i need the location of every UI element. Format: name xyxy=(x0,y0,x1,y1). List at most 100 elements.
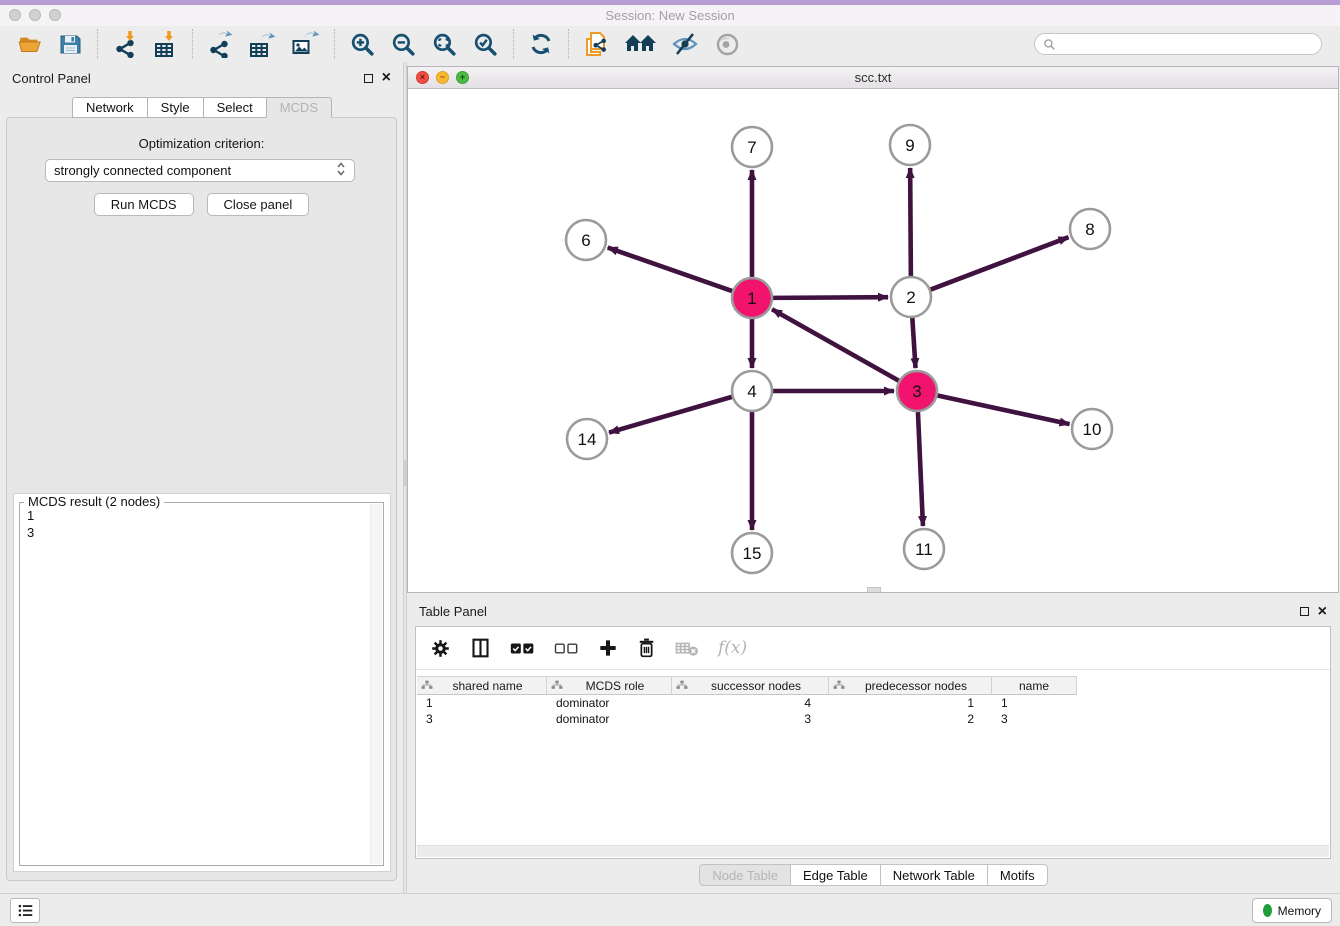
tab-node-table[interactable]: Node Table xyxy=(699,864,791,886)
float-panel-icon[interactable] xyxy=(364,74,373,83)
graph-node-4[interactable]: 4 xyxy=(732,371,772,411)
save-session-icon[interactable] xyxy=(57,29,83,59)
edge-3-10[interactable] xyxy=(938,395,1070,424)
toolbar-icon-groups xyxy=(10,29,747,59)
tab-edge-table[interactable]: Edge Table xyxy=(790,864,881,886)
graph-node-8[interactable]: 8 xyxy=(1070,209,1110,249)
svg-text:7: 7 xyxy=(747,138,756,157)
edge-3-1[interactable] xyxy=(772,309,899,380)
edge-2-8[interactable] xyxy=(931,237,1069,289)
table-float-icon[interactable] xyxy=(1300,607,1309,616)
close-window-button[interactable] xyxy=(9,9,21,21)
memory-status-icon xyxy=(1263,904,1272,917)
split-view-icon[interactable] xyxy=(470,637,491,659)
result-scrollbar[interactable] xyxy=(370,504,382,864)
task-history-button[interactable] xyxy=(10,898,40,923)
table-close-icon[interactable]: × xyxy=(1318,607,1327,617)
table-cell: 1 xyxy=(417,695,547,711)
graph-node-14[interactable]: 14 xyxy=(567,419,607,459)
network-minimize-icon[interactable]: − xyxy=(436,71,449,84)
svg-text:9: 9 xyxy=(905,136,914,155)
tab-mcds[interactable]: MCDS xyxy=(266,97,332,118)
column-tree-icon xyxy=(421,679,433,693)
column-header-name[interactable]: name xyxy=(992,676,1077,695)
column-header-MCDS-role[interactable]: MCDS role xyxy=(547,676,672,695)
clone-network-icon[interactable] xyxy=(583,29,610,59)
criterion-dropdown[interactable]: strongly connected component xyxy=(45,159,355,182)
export-image-icon[interactable] xyxy=(291,29,320,59)
select-all-icon[interactable] xyxy=(510,641,535,656)
graph-node-6[interactable]: 6 xyxy=(566,220,606,260)
table-toolbar: f(x) xyxy=(416,627,1330,670)
zoom-selected-icon[interactable] xyxy=(472,29,499,59)
zoom-in-icon[interactable] xyxy=(349,29,376,59)
svg-text:6: 6 xyxy=(581,231,590,250)
zoom-window-button[interactable] xyxy=(49,9,61,21)
tab-style[interactable]: Style xyxy=(147,97,204,118)
graph-node-9[interactable]: 9 xyxy=(890,125,930,165)
network-window: × − + scc.txt 7968124314101511 xyxy=(407,66,1339,593)
window-controls[interactable] xyxy=(9,9,61,21)
add-row-icon[interactable] xyxy=(598,638,618,658)
memory-button[interactable]: Memory xyxy=(1252,898,1332,923)
tab-network-table[interactable]: Network Table xyxy=(880,864,988,886)
import-network-icon[interactable] xyxy=(112,29,138,59)
table-hscrollbar[interactable] xyxy=(417,845,1329,857)
deselect-all-icon[interactable] xyxy=(554,641,579,656)
zoom-fit-icon[interactable] xyxy=(431,29,458,59)
toolbar-separator xyxy=(192,29,193,59)
table-row[interactable]: 1dominator411 xyxy=(417,695,1329,711)
column-header-shared-name[interactable]: shared name xyxy=(417,676,547,695)
run-mcds-button[interactable]: Run MCDS xyxy=(94,193,194,216)
network-maximize-icon[interactable]: + xyxy=(456,71,469,84)
hide-selected-icon[interactable] xyxy=(671,29,700,59)
network-graph[interactable]: 7 9 6 8 1 2 4 3 14 10 15 11 xyxy=(408,89,1338,592)
table-panel-header: Table Panel × xyxy=(407,599,1339,624)
close-panel-button[interactable]: Close panel xyxy=(207,193,310,216)
apply-layout-icon[interactable] xyxy=(528,29,554,59)
edge-1-2[interactable] xyxy=(773,297,888,298)
close-panel-icon[interactable]: × xyxy=(382,73,391,83)
table-row[interactable]: 3dominator323 xyxy=(417,711,1329,727)
graph-node-15[interactable]: 15 xyxy=(732,533,772,573)
graph-node-10[interactable]: 10 xyxy=(1072,409,1112,449)
network-resize-grip[interactable] xyxy=(867,587,881,592)
delete-row-icon[interactable] xyxy=(637,637,656,659)
graph-node-1[interactable]: 1 xyxy=(732,278,772,318)
edge-2-9[interactable] xyxy=(910,168,911,276)
status-bar: Memory xyxy=(0,893,1340,926)
table-cell: 4 xyxy=(672,695,829,711)
edge-2-3[interactable] xyxy=(912,318,915,368)
splitter-grip[interactable] xyxy=(404,460,406,486)
minimize-window-button[interactable] xyxy=(29,9,41,21)
edge-3-11[interactable] xyxy=(918,412,923,526)
column-header-successor-nodes[interactable]: successor nodes xyxy=(672,676,829,695)
tab-network[interactable]: Network xyxy=(72,97,148,118)
tab-select[interactable]: Select xyxy=(203,97,267,118)
export-table-icon[interactable] xyxy=(248,29,277,59)
graph-node-7[interactable]: 7 xyxy=(732,127,772,167)
network-canvas[interactable]: 7 9 6 8 1 2 4 3 14 10 15 11 xyxy=(408,89,1338,592)
mcds-result-list[interactable]: 1 3 xyxy=(27,507,365,861)
search-box[interactable] xyxy=(1034,33,1322,55)
svg-text:15: 15 xyxy=(743,544,762,563)
network-close-icon[interactable]: × xyxy=(416,71,429,84)
graph-node-11[interactable]: 11 xyxy=(904,529,944,569)
zoom-out-icon[interactable] xyxy=(390,29,417,59)
edge-1-6[interactable] xyxy=(608,248,732,291)
houses-icon[interactable] xyxy=(624,29,657,59)
graph-node-3[interactable]: 3 xyxy=(897,371,937,411)
settings-icon[interactable] xyxy=(430,638,451,659)
graph-node-2[interactable]: 2 xyxy=(891,277,931,317)
table-panel-title: Table Panel xyxy=(419,604,487,619)
column-header-predecessor-nodes[interactable]: predecessor nodes xyxy=(829,676,992,695)
import-table-icon[interactable] xyxy=(152,29,178,59)
open-session-icon[interactable] xyxy=(17,29,43,59)
column-tree-icon xyxy=(833,679,845,693)
tab-motifs[interactable]: Motifs xyxy=(987,864,1048,886)
search-input[interactable] xyxy=(1061,37,1313,51)
edge-4-14[interactable] xyxy=(609,397,732,433)
toolbar-separator xyxy=(513,29,514,59)
export-network-icon[interactable] xyxy=(207,29,234,59)
table-cell: 1 xyxy=(992,695,1077,711)
